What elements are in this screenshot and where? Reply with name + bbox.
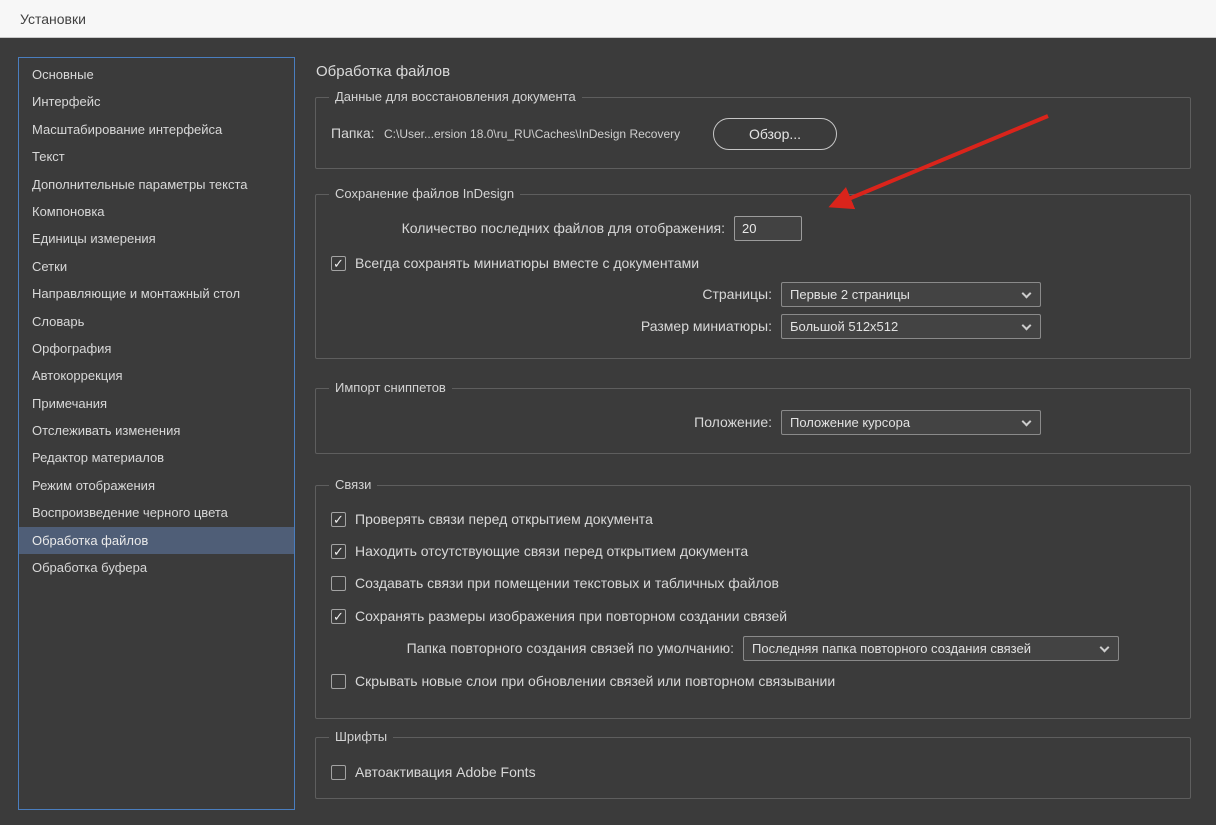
links-checkbox-row[interactable]: ✓ Находить отсутствующие связи перед откр… xyxy=(331,542,748,560)
dialog-content: Основные Интерфейс Масштабирование интерфе… xyxy=(0,39,1216,825)
chevron-down-icon xyxy=(1021,416,1032,427)
sidebar-item[interactable]: Основные xyxy=(19,61,294,88)
sidebar-item[interactable]: Дополнительные параметры текста xyxy=(19,171,294,198)
links-checkbox-row[interactable]: Создавать связи при помещении текстовых … xyxy=(331,574,779,592)
sidebar-item[interactable]: Компоновка xyxy=(19,198,294,225)
main-panel: Обработка файлов Данные для восстановлен… xyxy=(315,39,1192,825)
group-title-snippets: Импорт сниппетов xyxy=(329,380,452,395)
titlebar: Установки xyxy=(0,0,1216,38)
sidebar-item[interactable]: Текст xyxy=(19,143,294,170)
links-checkbox-row[interactable]: ✓ Проверять связи перед открытием докумен… xyxy=(331,510,653,528)
checkbox-label: Находить отсутствующие связи перед откры… xyxy=(355,543,749,559)
sidebar-item[interactable]: Интерфейс xyxy=(19,88,294,115)
sidebar-item[interactable]: Обработка буфера xyxy=(19,554,294,581)
checkbox[interactable]: ✓ xyxy=(331,543,346,559)
sidebar-item[interactable]: Направляющие и монтажный стол xyxy=(19,280,294,307)
sidebar-item[interactable]: Единицы измерения xyxy=(19,225,294,252)
saving-group: Сохранение файлов InDesign Количество по… xyxy=(315,186,1191,359)
links-checkbox-row[interactable]: ✓ Сохранять размеры изображения при повто… xyxy=(331,607,787,625)
pages-dropdown-value: Первые 2 страницы xyxy=(790,287,910,302)
dialog-title: Установки xyxy=(20,10,86,27)
thumb-size-label: Размер миниатюры: xyxy=(640,318,772,334)
sidebar-item[interactable]: Редактор материалов xyxy=(19,444,294,471)
group-title-recovery: Данные для восстановления документа xyxy=(329,89,582,104)
position-dropdown[interactable]: Положение курсора xyxy=(781,410,1041,435)
sidebar-item[interactable]: Сетки xyxy=(19,253,294,280)
fonts-group: Шрифты Автоактивация Adobe Fonts xyxy=(315,729,1191,799)
preferences-dialog: Установки Основные Интерфейс Масштабирован… xyxy=(0,0,1216,825)
group-title-links: Связи xyxy=(329,477,378,492)
position-dropdown-value: Положение курсора xyxy=(790,415,911,430)
checkbox-label: Сохранять размеры изображения при повтор… xyxy=(355,608,788,624)
relink-folder-dropdown[interactable]: Последняя папка повторного создания связ… xyxy=(743,636,1119,661)
pages-dropdown[interactable]: Первые 2 страницы xyxy=(781,282,1041,307)
recent-files-label: Количество последних файлов для отображе… xyxy=(401,220,725,236)
page-title: Обработка файлов xyxy=(316,63,451,80)
sidebar-item[interactable]: Отслеживать изменения xyxy=(19,417,294,444)
relink-folder-label: Папка повторного создания связей по умол… xyxy=(406,640,734,656)
recovery-folder-path: C:\User...ersion 18.0\ru_RU\Caches\InDes… xyxy=(384,127,681,141)
thumbnails-checkbox-row[interactable]: ✓ Всегда сохранять миниатюры вместе с до… xyxy=(331,254,699,272)
recent-files-input[interactable] xyxy=(734,216,802,241)
sidebar-item[interactable]: Автокоррекция xyxy=(19,362,294,389)
thumb-size-dropdown-value: Большой 512x512 xyxy=(790,319,899,334)
group-title-fonts: Шрифты xyxy=(329,729,394,744)
sidebar-list: Основные Интерфейс Масштабирование интерфе… xyxy=(18,57,295,810)
relink-folder-dropdown-value: Последняя папка повторного создания связ… xyxy=(752,641,1031,656)
recovery-group: Данные для восстановления документа Папк… xyxy=(315,89,1191,169)
position-label: Положение: xyxy=(694,414,772,430)
sidebar-item[interactable]: Орфография xyxy=(19,335,294,362)
sidebar-item[interactable]: Обработка файлов xyxy=(19,526,294,555)
sidebar-item[interactable]: Примечания xyxy=(19,390,294,417)
browse-button[interactable]: Обзор... xyxy=(713,118,837,150)
group-title-saving: Сохранение файлов InDesign xyxy=(329,186,521,201)
chevron-down-icon xyxy=(1021,320,1032,331)
sidebar-item[interactable]: Воспроизведение черного цвета xyxy=(19,499,294,526)
thumb-size-dropdown[interactable]: Большой 512x512 xyxy=(781,314,1041,339)
checkbox[interactable]: ✓ xyxy=(331,511,346,527)
snippets-group: Импорт сниппетов Положение: Положение ку… xyxy=(315,380,1191,454)
sidebar-item[interactable]: Словарь xyxy=(19,308,294,335)
sidebar-item[interactable]: Режим отображения xyxy=(19,472,294,499)
adobe-fonts-checkbox-label: Автоактивация Adobe Fonts xyxy=(355,764,536,780)
adobe-fonts-checkbox[interactable] xyxy=(331,764,346,780)
hide-layers-checkbox-row[interactable]: Скрывать новые слои при обновлении связе… xyxy=(331,672,835,690)
adobe-fonts-checkbox-row[interactable]: Автоактивация Adobe Fonts xyxy=(331,763,536,781)
chevron-down-icon xyxy=(1021,288,1032,299)
pages-label: Страницы: xyxy=(702,286,772,302)
checkbox-label: Проверять связи перед открытием документ… xyxy=(355,511,653,527)
chevron-down-icon xyxy=(1099,642,1110,653)
sidebar-item[interactable]: Масштабирование интерфейса xyxy=(19,116,294,143)
checkbox-label: Создавать связи при помещении текстовых … xyxy=(355,575,779,591)
links-group: Связи ✓ Проверять связи перед открытием д… xyxy=(315,477,1191,719)
thumbnails-checkbox[interactable]: ✓ xyxy=(331,255,346,271)
thumbnails-checkbox-label: Всегда сохранять миниатюры вместе с доку… xyxy=(355,255,700,271)
folder-label: Папка: xyxy=(331,125,375,141)
hide-layers-checkbox[interactable] xyxy=(331,673,346,689)
checkbox[interactable] xyxy=(331,575,346,591)
checkbox[interactable]: ✓ xyxy=(331,608,346,624)
hide-layers-checkbox-label: Скрывать новые слои при обновлении связе… xyxy=(355,673,836,689)
